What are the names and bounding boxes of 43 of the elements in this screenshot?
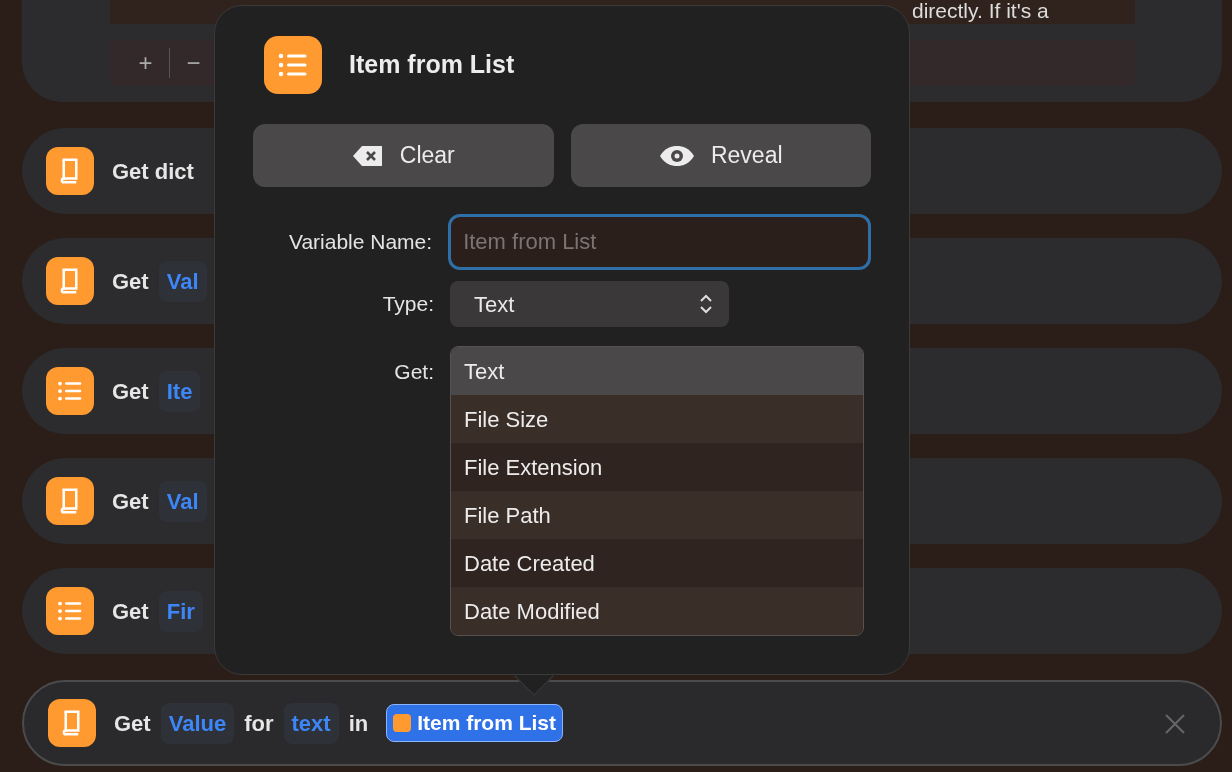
action-word: for <box>244 709 274 738</box>
book-icon <box>46 257 94 305</box>
reveal-button[interactable]: Reveal <box>570 124 871 187</box>
option-item[interactable]: Date Created <box>451 539 863 587</box>
action-word: Get <box>114 709 151 738</box>
option-item[interactable]: Text <box>451 347 863 395</box>
option-item[interactable]: File Size <box>451 395 863 443</box>
action-row[interactable]: Get Value for text in Item from List <box>22 680 1222 766</box>
option-item[interactable]: Date Modified <box>451 587 863 635</box>
book-icon <box>46 477 94 525</box>
action-label: Get <box>112 597 149 626</box>
add-button[interactable]: + <box>122 48 170 78</box>
option-item[interactable]: File Extension <box>451 443 863 491</box>
parameter-token[interactable]: Ite <box>158 370 201 412</box>
action-label: Get <box>112 377 149 406</box>
chevron-icon <box>699 293 713 315</box>
backspace-icon <box>351 143 384 168</box>
variable-name-field[interactable]: Item from List <box>448 214 871 270</box>
action-label: Get <box>112 267 149 296</box>
parameter-token[interactable]: text <box>283 702 339 744</box>
parameter-token[interactable]: Val <box>158 260 207 302</box>
list-icon <box>264 36 322 94</box>
field-label: Type: <box>381 291 434 318</box>
eye-icon <box>658 144 695 167</box>
clear-button[interactable]: Clear <box>253 124 554 187</box>
parameter-token[interactable]: Val <box>158 480 207 522</box>
type-select[interactable]: Text <box>450 281 729 327</box>
list-icon <box>46 367 94 415</box>
popover-title: Item from List <box>349 49 515 81</box>
variable-icon <box>393 714 412 732</box>
book-icon <box>48 699 96 747</box>
book-icon <box>46 147 94 195</box>
field-label: Variable Name: <box>287 229 433 256</box>
variable-chip[interactable]: Item from List <box>386 704 564 742</box>
parameter-token[interactable]: Fir <box>158 590 203 632</box>
action-label: Get <box>112 487 149 516</box>
parameter-token[interactable]: Value <box>160 702 235 744</box>
field-label: Get: <box>393 359 434 385</box>
action-word: in <box>348 709 369 738</box>
list-icon <box>46 587 94 635</box>
action-label: Get dict <box>112 157 194 186</box>
option-item[interactable]: File Path <box>451 491 863 539</box>
close-icon[interactable] <box>1164 711 1186 735</box>
